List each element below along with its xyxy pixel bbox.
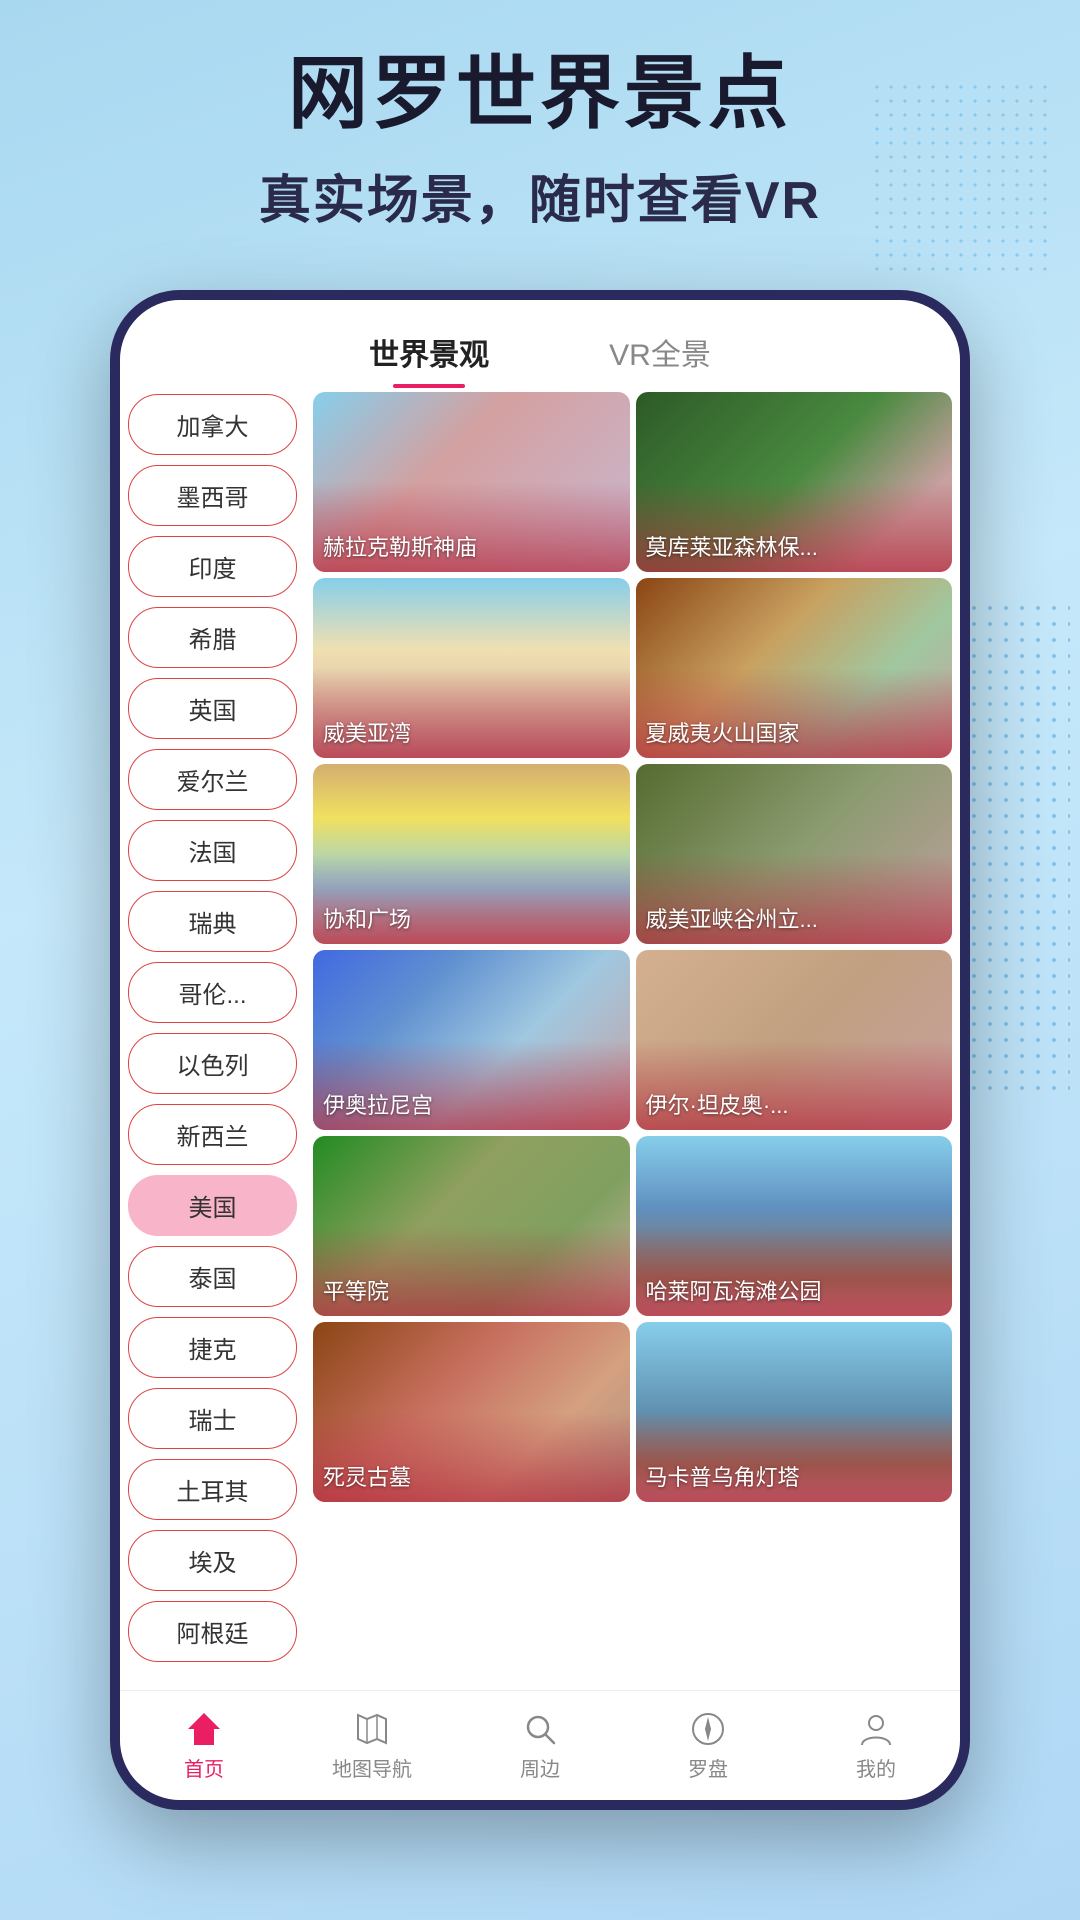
- search-icon: [520, 1709, 560, 1749]
- grid-label-5: 协和广场: [323, 902, 626, 934]
- nav-label-profile: 我的: [856, 1753, 896, 1782]
- sidebar-item-egypt[interactable]: 埃及: [128, 1530, 297, 1591]
- sidebar-item-ireland[interactable]: 爱尔兰: [128, 749, 297, 810]
- tabs-bar: 世界景观 VR全景: [120, 300, 960, 384]
- sidebar-item-france[interactable]: 法国: [128, 820, 297, 881]
- sidebar-item-greece[interactable]: 希腊: [128, 607, 297, 668]
- header: 网罗世界景点 真实场景，随时查看VR: [0, 50, 1080, 233]
- sidebar-item-argentina[interactable]: 阿根廷: [128, 1601, 297, 1662]
- sidebar-item-israel[interactable]: 以色列: [128, 1033, 297, 1094]
- grid-label-1: 赫拉克勒斯神庙: [323, 530, 626, 562]
- grid-label-9: 平等院: [323, 1274, 626, 1306]
- grid-label-10: 哈莱阿瓦海滩公园: [646, 1274, 949, 1306]
- sidebar-item-sweden[interactable]: 瑞典: [128, 891, 297, 952]
- tab-vr-panorama[interactable]: VR全景: [609, 330, 711, 384]
- grid-item-8[interactable]: 伊尔·坦皮奥·...: [636, 950, 953, 1130]
- sidebar-item-switzerland[interactable]: 瑞士: [128, 1388, 297, 1449]
- grid-item-10[interactable]: 哈莱阿瓦海滩公园: [636, 1136, 953, 1316]
- grid-item-4[interactable]: 夏威夷火山国家: [636, 578, 953, 758]
- tab-world-scenery[interactable]: 世界景观: [369, 330, 489, 384]
- nav-label-nearby: 周边: [520, 1753, 560, 1782]
- grid-label-8: 伊尔·坦皮奥·...: [646, 1088, 949, 1120]
- bottom-navigation: 首页 地图导航 周: [120, 1690, 960, 1800]
- sidebar-item-canada[interactable]: 加拿大: [128, 394, 297, 455]
- grid-label-7: 伊奥拉尼宫: [323, 1088, 626, 1120]
- nav-label-map: 地图导航: [332, 1753, 412, 1782]
- sidebar-item-india[interactable]: 印度: [128, 536, 297, 597]
- side-button-right1: [966, 550, 970, 610]
- sub-title: 真实场景，随时查看VR: [0, 158, 1080, 233]
- grid-label-3: 威美亚湾: [323, 716, 626, 748]
- side-button-left: [110, 600, 114, 680]
- content-area: 加拿大 墨西哥 印度 希腊 英国 爱尔兰 法国 瑞典 哥伦... 以色列 新西兰…: [120, 384, 960, 1690]
- sidebar-item-usa[interactable]: 美国: [128, 1175, 297, 1236]
- sidebar-item-turkey[interactable]: 土耳其: [128, 1459, 297, 1520]
- grid-item-6[interactable]: 威美亚峡谷州立...: [636, 764, 953, 944]
- sidebar-item-colombia[interactable]: 哥伦...: [128, 962, 297, 1023]
- sidebar-item-thailand[interactable]: 泰国: [128, 1246, 297, 1307]
- nav-item-profile[interactable]: 我的: [792, 1709, 960, 1782]
- grid-item-9[interactable]: 平等院: [313, 1136, 630, 1316]
- phone-mockup: 世界景观 VR全景 加拿大 墨西哥 印度 希腊 英国 爱尔兰 法国 瑞典 哥伦.…: [110, 290, 970, 1810]
- grid-item-11[interactable]: 死灵古墓: [313, 1322, 630, 1502]
- map-icon: [352, 1709, 392, 1749]
- grid-item-7[interactable]: 伊奥拉尼宫: [313, 950, 630, 1130]
- nav-item-compass[interactable]: 罗盘: [624, 1709, 792, 1782]
- grid-label-11: 死灵古墓: [323, 1460, 626, 1492]
- nav-label-compass: 罗盘: [688, 1753, 728, 1782]
- grid-item-3[interactable]: 威美亚湾: [313, 578, 630, 758]
- grid-label-6: 威美亚峡谷州立...: [646, 902, 949, 934]
- compass-icon: [688, 1709, 728, 1749]
- nav-item-nearby[interactable]: 周边: [456, 1709, 624, 1782]
- phone-screen: 世界景观 VR全景 加拿大 墨西哥 印度 希腊 英国 爱尔兰 法国 瑞典 哥伦.…: [120, 300, 960, 1800]
- sidebar-item-czech[interactable]: 捷克: [128, 1317, 297, 1378]
- nav-item-home[interactable]: 首页: [120, 1709, 288, 1782]
- sidebar-item-mexico[interactable]: 墨西哥: [128, 465, 297, 526]
- profile-icon: [856, 1709, 896, 1749]
- sidebar-item-newzealand[interactable]: 新西兰: [128, 1104, 297, 1165]
- side-button-right2: [966, 640, 970, 740]
- nav-label-home: 首页: [184, 1753, 224, 1782]
- grid-label-4: 夏威夷火山国家: [646, 716, 949, 748]
- grid-item-12[interactable]: 马卡普乌角灯塔: [636, 1322, 953, 1502]
- nav-item-map[interactable]: 地图导航: [288, 1709, 456, 1782]
- grid-item-5[interactable]: 协和广场: [313, 764, 630, 944]
- grid-item-1[interactable]: 赫拉克勒斯神庙: [313, 392, 630, 572]
- sidebar-item-uk[interactable]: 英国: [128, 678, 297, 739]
- main-title: 网罗世界景点: [0, 50, 1080, 138]
- grid-item-2[interactable]: 莫库莱亚森林保...: [636, 392, 953, 572]
- grid-label-12: 马卡普乌角灯塔: [646, 1460, 949, 1492]
- home-icon: [184, 1709, 224, 1749]
- attractions-grid: 赫拉克勒斯神庙 莫库莱亚森林保... 威美亚湾 夏威夷火山国家: [305, 384, 960, 1690]
- country-sidebar: 加拿大 墨西哥 印度 希腊 英国 爱尔兰 法国 瑞典 哥伦... 以色列 新西兰…: [120, 384, 305, 1690]
- grid-label-2: 莫库莱亚森林保...: [646, 530, 949, 562]
